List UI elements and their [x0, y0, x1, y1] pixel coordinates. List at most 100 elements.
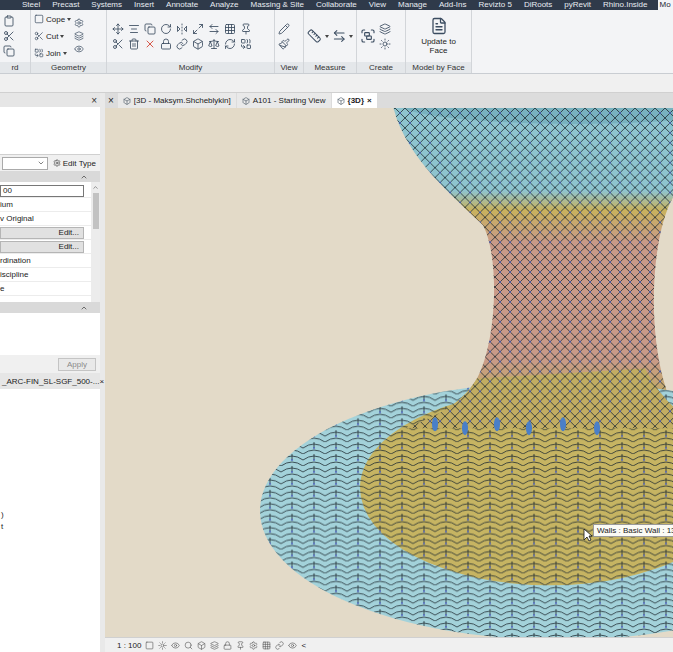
close-button[interactable]: × [105, 93, 117, 108]
dimension-icon[interactable] [332, 28, 347, 44]
box-icon[interactable] [192, 38, 204, 50]
ribbon-tab[interactable]: Systems [89, 0, 124, 10]
scrollbar[interactable] [91, 182, 100, 302]
ruler-icon[interactable] [307, 28, 322, 44]
collapse-icon[interactable] [80, 173, 88, 181]
move-icon[interactable] [112, 23, 124, 35]
tool-icon[interactable] [74, 18, 84, 28]
delete-x-icon[interactable] [144, 38, 156, 50]
section-header[interactable] [0, 171, 100, 182]
parts-icon[interactable] [379, 23, 391, 35]
ribbon-tab[interactable]: Mo [658, 0, 673, 10]
assembly-icon[interactable] [379, 38, 391, 50]
view-control-icon[interactable] [236, 641, 245, 650]
property-row[interactable]: e [0, 282, 91, 296]
refresh-icon[interactable] [224, 38, 236, 50]
update-to-face-button[interactable]: Update to Face [417, 17, 461, 55]
tree-item[interactable]: ) [1, 510, 100, 519]
close-button[interactable]: × [99, 377, 104, 386]
link-icon[interactable] [176, 38, 188, 50]
pin-icon[interactable] [240, 23, 252, 35]
ribbon-tab[interactable]: Steel [20, 0, 42, 10]
paste-icon[interactable] [3, 15, 15, 27]
edit-type-button[interactable]: Edit Type [51, 159, 98, 168]
geometry-button[interactable]: Join [34, 46, 71, 60]
ribbon-tab[interactable]: View [367, 0, 388, 10]
section-header[interactable] [0, 302, 100, 313]
geometry-icon[interactable] [34, 14, 44, 24]
geometry-icon[interactable] [34, 48, 44, 58]
type-dropdown[interactable] [2, 157, 48, 170]
ribbon-tab[interactable]: Collaborate [314, 0, 359, 10]
property-row[interactable]: iscipline [0, 268, 91, 282]
layers-icon[interactable] [74, 31, 84, 41]
view-control-icon[interactable] [210, 641, 219, 650]
split-icon[interactable] [112, 38, 124, 50]
ribbon-tab[interactable]: pyRevit [562, 0, 593, 10]
property-input[interactable]: 00 [0, 185, 84, 197]
property-row[interactable]: v Original [0, 212, 91, 226]
view-control-icon[interactable] [249, 641, 258, 650]
hyperboloid-model[interactable] [105, 108, 673, 637]
tab-close-button[interactable]: × [367, 96, 372, 105]
ribbon-tab[interactable]: Annotate [164, 0, 200, 10]
delete-icon[interactable] [128, 38, 140, 50]
property-row[interactable]: rdination [0, 254, 91, 268]
scroll-arrow[interactable]: < [301, 641, 306, 650]
eye-icon[interactable] [74, 44, 84, 54]
close-button[interactable]: × [0, 93, 100, 107]
view-control-icon[interactable] [145, 641, 154, 650]
geometry-button[interactable]: Cope [34, 12, 71, 26]
scale-icon[interactable] [192, 23, 204, 35]
ribbon-tab[interactable]: Insert [132, 0, 156, 10]
dropdown-icon[interactable] [37, 159, 45, 167]
scale-label[interactable]: 1 : 100 [117, 641, 141, 650]
property-row[interactable]: ium [0, 198, 91, 212]
ribbon-tab[interactable]: Revizto 5 [477, 0, 514, 10]
view-tab[interactable]: A101 - Starting View [237, 93, 331, 108]
copy-clip-icon[interactable] [3, 45, 15, 57]
array-icon[interactable] [224, 23, 236, 35]
align-icon[interactable] [128, 23, 140, 35]
view-tab[interactable]: {3D}× [332, 93, 377, 108]
update-face-icon[interactable] [430, 17, 448, 35]
view-control-icon[interactable] [184, 641, 193, 650]
rotate-icon[interactable] [160, 23, 172, 35]
collapse-icon[interactable] [80, 304, 88, 312]
mirror-icon[interactable] [176, 23, 188, 35]
pencil-icon[interactable] [278, 23, 290, 35]
view-control-icon[interactable] [275, 641, 284, 650]
ribbon-tab[interactable]: Analyze [208, 0, 240, 10]
ribbon-tab[interactable]: Massing & Site [249, 0, 306, 10]
edit-button[interactable]: Edit... [0, 227, 84, 239]
scroll-up-icon[interactable] [92, 184, 99, 191]
offset-icon[interactable] [208, 23, 220, 35]
apply-button[interactable]: Apply [58, 358, 96, 371]
ribbon-tab[interactable]: DiRoots [522, 0, 554, 10]
view-control-icon[interactable] [158, 641, 167, 650]
property-row[interactable]: Edit... [0, 240, 91, 254]
ribbon-tab[interactable]: Manage [396, 0, 429, 10]
view-control-icon[interactable] [197, 641, 206, 650]
property-row[interactable]: Edit... [0, 226, 91, 240]
brush-icon[interactable] [278, 38, 290, 50]
group-icon[interactable] [360, 28, 376, 44]
edit-button[interactable]: Edit... [0, 241, 84, 253]
view-control-icon[interactable] [171, 641, 180, 650]
geometry-button[interactable]: Cut [34, 29, 71, 43]
ribbon-tab[interactable]: Precast [50, 0, 81, 10]
ribbon-tab[interactable]: Add-Ins [437, 0, 469, 10]
ribbon-tab[interactable]: Rhino.Inside [601, 0, 649, 10]
tree-item[interactable]: t [1, 522, 100, 531]
trim-icon[interactable] [208, 38, 220, 50]
view-control-icon[interactable] [223, 641, 232, 650]
copy-icon[interactable] [144, 23, 156, 35]
view-control-icon[interactable] [288, 641, 297, 650]
combine-icon[interactable] [240, 38, 252, 50]
3d-view-canvas[interactable]: Walls : Basic Wall : 13.5r [105, 108, 673, 637]
view-control-icon[interactable] [262, 641, 271, 650]
view-tab[interactable]: [3D - Maksym.Shcheblykin] [118, 93, 236, 108]
geometry-icon[interactable] [34, 31, 44, 41]
property-row[interactable]: 00 [0, 184, 91, 198]
cut-clip-icon[interactable] [3, 30, 15, 42]
